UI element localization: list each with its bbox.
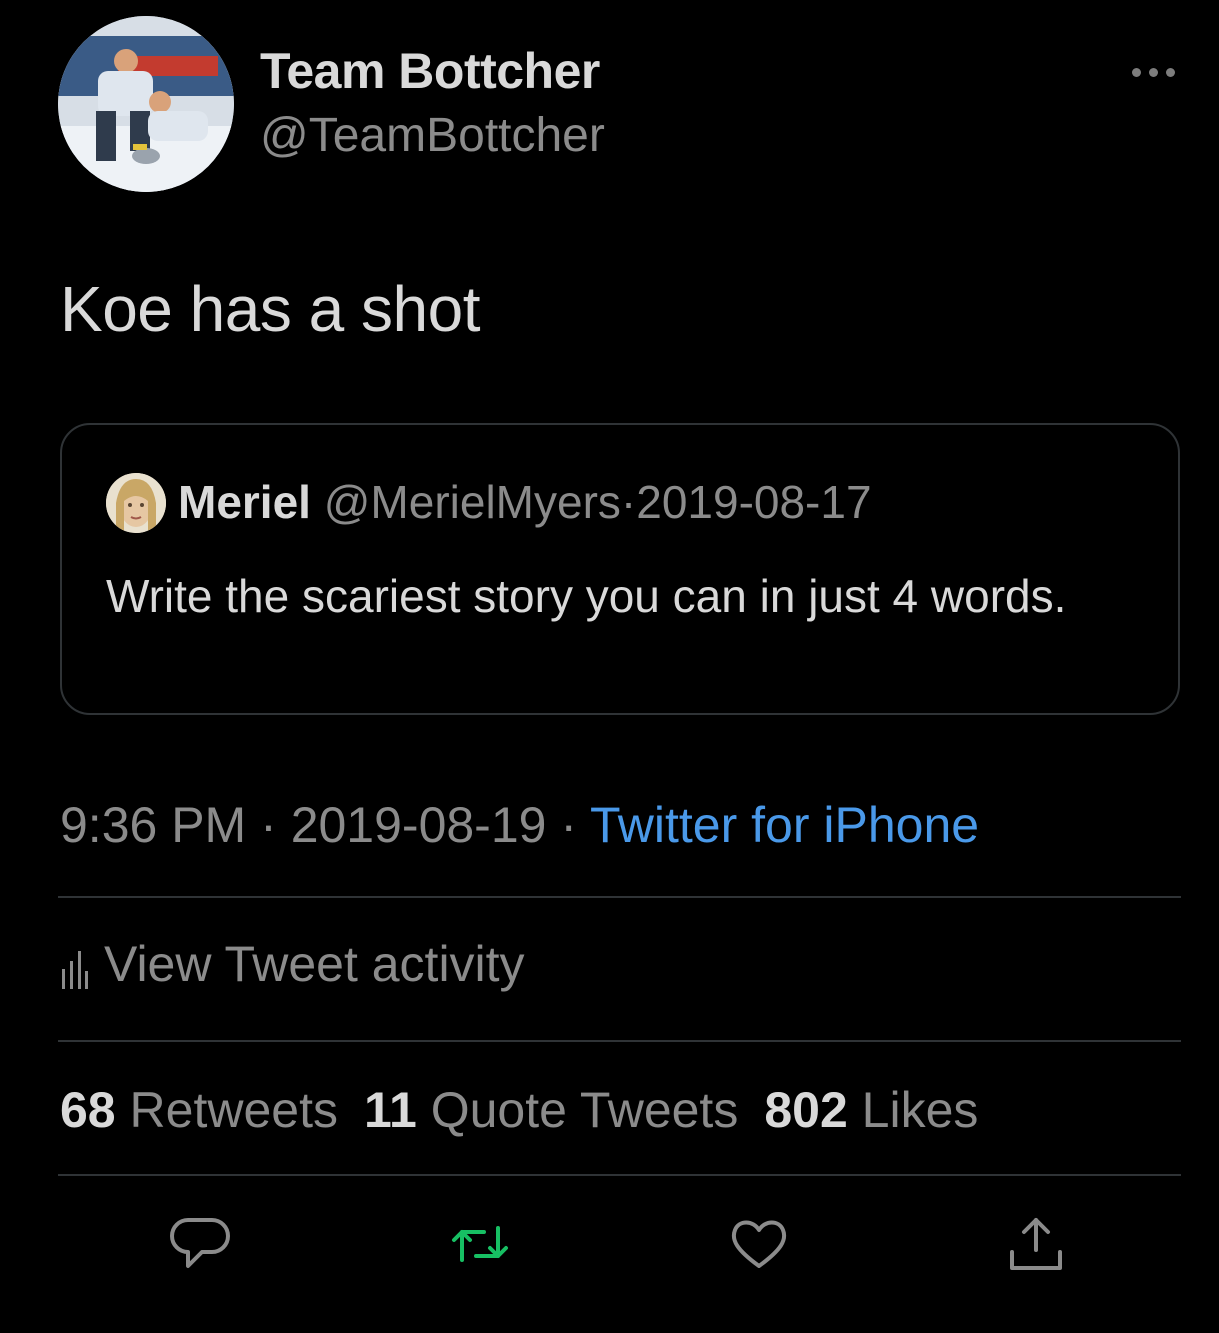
author-handle[interactable]: @TeamBottcher <box>260 108 605 163</box>
likes-label: Likes <box>861 1082 979 1138</box>
meta-separator: · <box>260 797 277 853</box>
author-avatar[interactable] <box>58 16 234 192</box>
tweet-time: 9:36 PM <box>60 797 247 853</box>
tweet-date: 2019-08-19 <box>290 797 547 853</box>
avatar-photo <box>58 16 234 192</box>
retweet-button[interactable] <box>448 1212 512 1276</box>
retweets-stat[interactable]: 68 Retweets <box>60 1082 338 1138</box>
retweets-label: Retweets <box>129 1082 338 1138</box>
view-tweet-activity-link[interactable]: View Tweet activity <box>60 935 525 993</box>
like-button[interactable] <box>727 1212 791 1276</box>
divider <box>58 1040 1181 1042</box>
likes-stat[interactable]: 802 Likes <box>764 1082 978 1138</box>
reply-button[interactable] <box>168 1212 232 1276</box>
activity-label: View Tweet activity <box>104 936 525 992</box>
quoted-author-handle: @MerielMyers <box>323 476 621 528</box>
quoted-header: Meriel @MerielMyers·2019-08-17 <box>178 475 872 529</box>
likes-count: 802 <box>764 1082 848 1138</box>
meta-separator: · <box>560 797 578 853</box>
author-name[interactable]: Team Bottcher <box>260 42 600 100</box>
quotes-label: Quote Tweets <box>430 1082 739 1138</box>
retweets-count: 68 <box>60 1082 116 1138</box>
quoted-tweet[interactable]: Meriel @MerielMyers·2019-08-17 Write the… <box>60 423 1180 715</box>
quoted-author-name: Meriel <box>178 476 311 528</box>
quoted-date: 2019-08-17 <box>636 476 872 528</box>
tweet-source-link[interactable]: Twitter for iPhone <box>590 797 979 853</box>
quotes-stat[interactable]: 11 Quote Tweets <box>364 1082 738 1138</box>
activity-icon <box>62 951 88 989</box>
tweet-text: Koe has a shot <box>60 273 480 345</box>
divider <box>58 896 1181 898</box>
quotes-count: 11 <box>363 1082 417 1138</box>
quoted-avatar-photo <box>106 473 166 533</box>
tweet-stats: 68 Retweets 11 Quote Tweets 802 Likes <box>60 1081 978 1139</box>
divider <box>58 1174 1181 1176</box>
retweet-icon <box>452 1226 508 1262</box>
share-icon <box>1010 1218 1062 1270</box>
more-icon[interactable] <box>1130 60 1178 84</box>
quoted-separator: · <box>620 476 637 528</box>
quoted-avatar <box>106 473 166 533</box>
reply-icon <box>170 1218 230 1268</box>
tweet-meta: 9:36 PM · 2019-08-19 · Twitter for iPhon… <box>60 796 979 854</box>
quoted-text: Write the scariest story you can in just… <box>106 570 1067 622</box>
share-button[interactable] <box>1004 1212 1068 1276</box>
like-icon <box>731 1220 787 1268</box>
